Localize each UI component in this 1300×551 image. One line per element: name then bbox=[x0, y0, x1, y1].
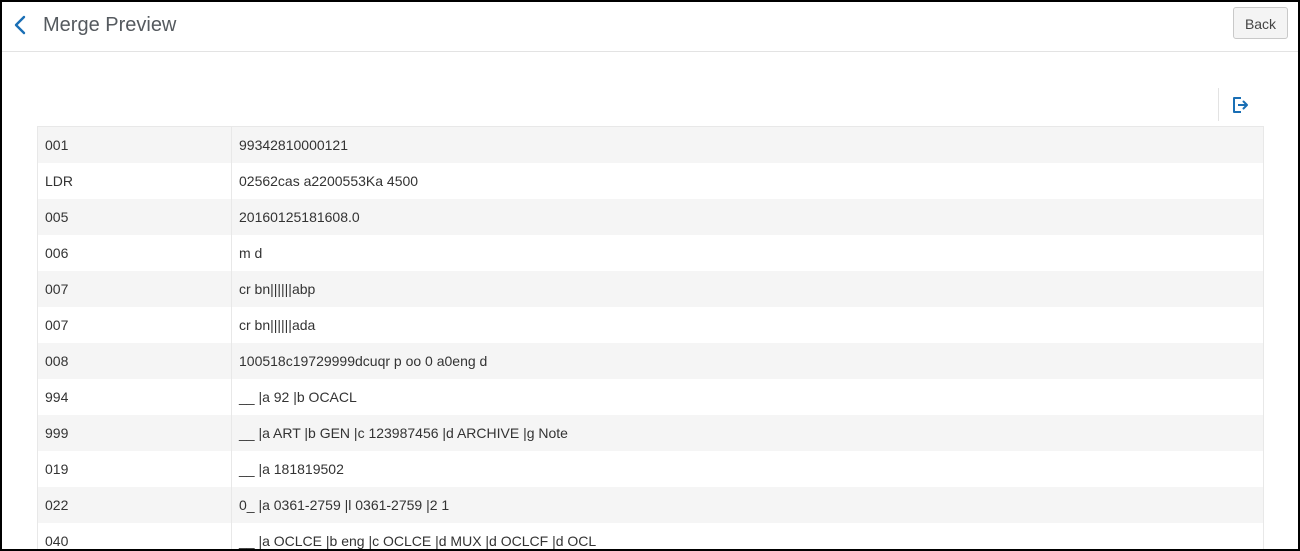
export-icon[interactable] bbox=[1230, 95, 1250, 115]
table-row: 005 20160125181608.0 bbox=[38, 199, 1263, 235]
field-tag: 999 bbox=[38, 415, 232, 451]
field-value: __ |a 92 |b OCACL bbox=[239, 389, 357, 405]
field-tag: 008 bbox=[38, 343, 232, 379]
field-value: cr bn||||||abp bbox=[239, 281, 316, 297]
field-tag: LDR bbox=[38, 163, 232, 199]
field-tag: 005 bbox=[38, 199, 232, 235]
field-value: __ |a OCLCE |b eng |c OCLCE |d MUX |d OC… bbox=[239, 533, 597, 549]
table-row: 007 cr bn||||||ada bbox=[38, 307, 1263, 343]
field-tag: 022 bbox=[38, 487, 232, 523]
field-tag: 019 bbox=[38, 451, 232, 487]
field-value: __ |a ART |b GEN |c 123987456 |d ARCHIVE… bbox=[239, 425, 568, 441]
back-button[interactable]: Back bbox=[1233, 7, 1288, 39]
field-value: 20160125181608.0 bbox=[239, 209, 360, 225]
table-row: 040 __ |a OCLCE |b eng |c OCLCE |d MUX |d… bbox=[38, 523, 1263, 549]
marc-record-table: 001 99342810000121 LDR 02562cas a2200553Ka … bbox=[37, 126, 1264, 549]
field-tag: 001 bbox=[38, 127, 232, 163]
table-row: 001 99342810000121 bbox=[38, 127, 1263, 163]
table-row: LDR 02562cas a2200553Ka 4500 bbox=[38, 163, 1263, 199]
table-row: 006 m d bbox=[38, 235, 1263, 271]
merge-preview-window: Merge Preview Back 001 99342810000121 LDR 0… bbox=[0, 0, 1300, 551]
field-value: __ |a 181819502 bbox=[239, 461, 344, 477]
field-value: 0_ |a 0361-2759 |l 0361-2759 |2 1 bbox=[239, 497, 450, 513]
field-tag: 040 bbox=[38, 523, 232, 549]
field-value: cr bn||||||ada bbox=[239, 317, 316, 333]
toolbar-divider bbox=[1218, 88, 1219, 121]
field-value: 99342810000121 bbox=[239, 137, 349, 153]
chevron-left-icon[interactable] bbox=[10, 13, 32, 37]
table-row: 008 100518c19729999dcuqr p oo 0 a0eng d bbox=[38, 343, 1263, 379]
table-row: 994 __ |a 92 |b OCACL bbox=[38, 379, 1263, 415]
field-tag: 994 bbox=[38, 379, 232, 415]
table-row: 007 cr bn||||||abp bbox=[38, 271, 1263, 307]
page-header: Merge Preview Back bbox=[2, 2, 1298, 52]
table-row: 022 0_ |a 0361-2759 |l 0361-2759 |2 1 bbox=[38, 487, 1263, 523]
field-tag: 007 bbox=[38, 271, 232, 307]
field-value: 02562cas a2200553Ka 4500 bbox=[239, 173, 419, 189]
field-tag: 007 bbox=[38, 307, 232, 343]
field-tag: 006 bbox=[38, 235, 232, 271]
field-value: 100518c19729999dcuqr p oo 0 a0eng d bbox=[239, 353, 488, 369]
page-title: Merge Preview bbox=[43, 14, 177, 36]
table-row: 999 __ |a ART |b GEN |c 123987456 |d ARCH… bbox=[38, 415, 1263, 451]
field-value: m d bbox=[239, 245, 263, 261]
table-row: 019 __ |a 181819502 bbox=[38, 451, 1263, 487]
